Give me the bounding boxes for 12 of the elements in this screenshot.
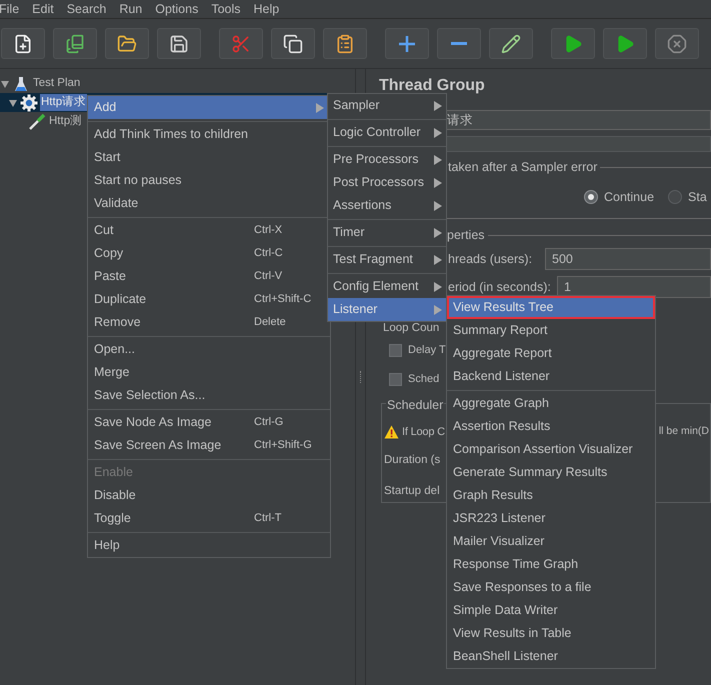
group-title: taken after a Sampler error: [448, 158, 598, 176]
radio-label: Sta: [688, 188, 707, 206]
group-title: perties: [447, 226, 485, 244]
field-label: hreads (users):: [448, 250, 534, 268]
field-label: Duration (s: [384, 453, 440, 466]
field-label: Loop Coun: [383, 322, 440, 334]
warning-text: ll be min(D: [658, 424, 709, 440]
radio-label: Continue: [604, 188, 654, 206]
panel-title: Thread Group: [379, 77, 485, 95]
field-label: eriod (in seconds):: [448, 278, 552, 296]
warning-text: If Loop C: [402, 424, 445, 440]
field-label: Startup del: [384, 484, 440, 497]
